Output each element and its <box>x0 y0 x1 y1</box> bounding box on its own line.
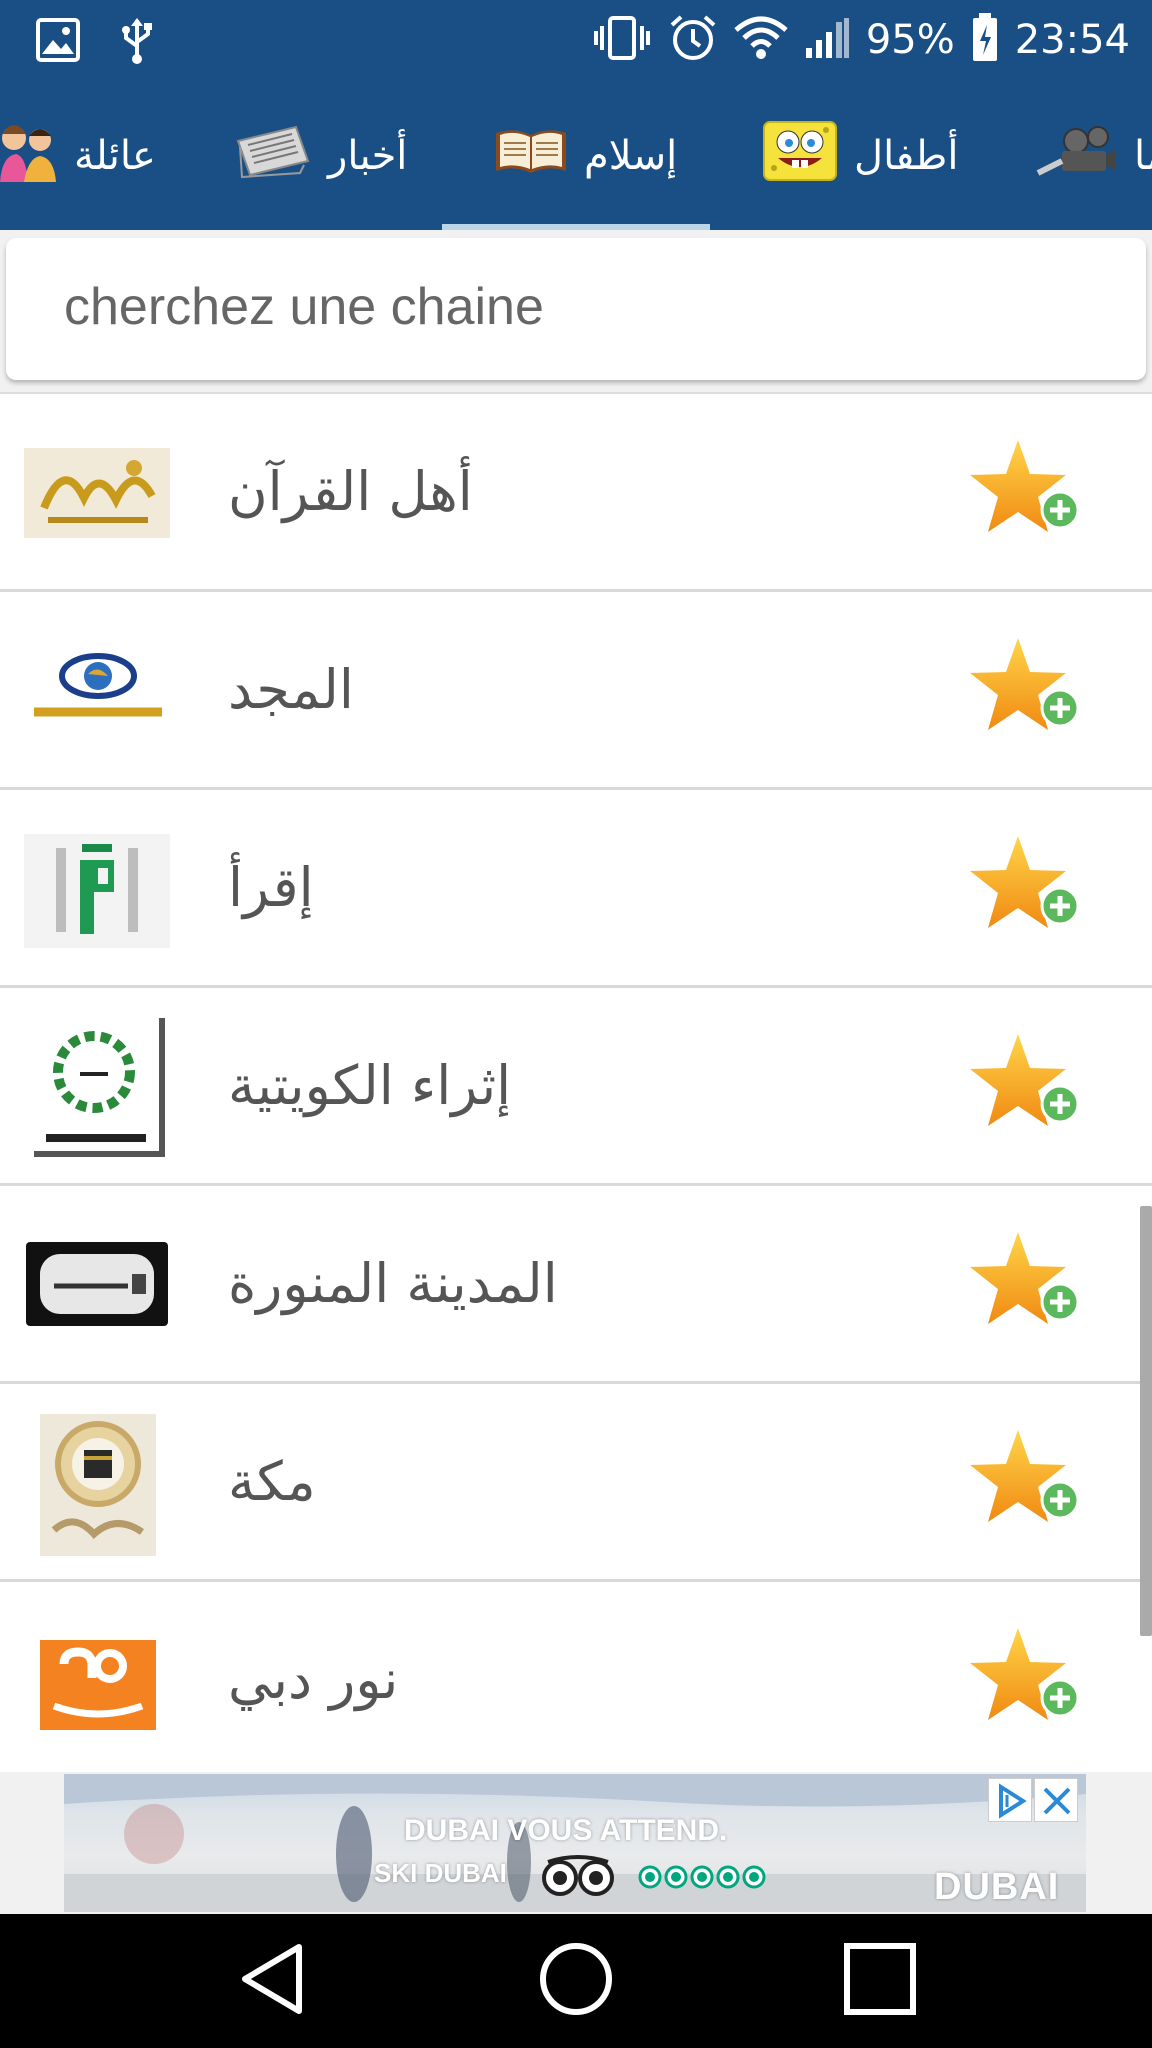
iqraa-logo <box>24 834 170 948</box>
tab-kids[interactable]: أطفال <box>762 82 958 230</box>
sunnah-logo <box>24 1230 170 1344</box>
tripadvisor-icon <box>540 1854 616 1902</box>
newspaper-icon <box>234 121 312 191</box>
home-button[interactable] <box>476 1914 676 2048</box>
search-input[interactable] <box>64 262 1114 352</box>
channel-name: إقرأ <box>228 856 314 919</box>
search-area <box>0 230 1152 392</box>
tab-kids-label: أطفال <box>854 133 959 179</box>
list-scrollbar[interactable] <box>1140 1206 1152 1636</box>
home-circle-icon <box>538 1941 614 2021</box>
channel-row[interactable]: مكة <box>0 1384 1152 1582</box>
tab-family[interactable]: عائلة <box>0 82 156 230</box>
family-icon <box>0 116 58 196</box>
quran-book-icon <box>494 125 568 187</box>
noor-dubai-logo <box>24 1626 170 1740</box>
channel-row[interactable]: إثراء الكويتية <box>0 988 1152 1186</box>
adchoices-icon[interactable] <box>988 1778 1032 1822</box>
channel-row[interactable]: أهل القرآن <box>0 394 1152 592</box>
wifi-icon <box>734 16 788 64</box>
channel-row[interactable]: المجد <box>0 592 1152 790</box>
system-nav-bar <box>0 1914 1152 2048</box>
gallery-icon <box>36 18 80 66</box>
back-triangle-icon <box>237 1941 307 2021</box>
tab-cinema[interactable]: ما <box>1036 82 1152 230</box>
recents-button[interactable] <box>780 1914 980 2048</box>
battery-icon <box>971 13 999 67</box>
add-favorite-star-icon[interactable] <box>970 1030 1084 1144</box>
film-camera-icon <box>1036 123 1118 189</box>
add-favorite-star-icon[interactable] <box>970 634 1084 748</box>
usb-icon <box>120 16 154 68</box>
ad-area: DUBAI VOUS ATTEND. SKI DUBAI DUBAI <box>0 1772 1152 1914</box>
channel-list: أهل القرآن المجد إقرأ إثراء الكويتية الم… <box>0 392 1152 1772</box>
channel-row[interactable]: إقرأ <box>0 790 1152 988</box>
channel-name: إثراء الكويتية <box>228 1054 512 1117</box>
search-box <box>6 238 1146 380</box>
channel-name: المدينة المنورة <box>228 1252 558 1315</box>
tab-cinema-label: ما <box>1134 133 1152 179</box>
clock: 23:54 <box>1014 17 1130 63</box>
almajd-logo <box>24 636 170 750</box>
ahl-alquran-logo <box>24 438 170 552</box>
ad-brand: DUBAI <box>934 1866 1060 1908</box>
spongebob-icon <box>762 120 838 192</box>
makkah-logo <box>24 1414 170 1556</box>
add-favorite-star-icon[interactable] <box>970 1624 1084 1738</box>
status-bar: 95% 23:54 <box>0 0 1152 82</box>
vibrate-icon <box>592 14 652 66</box>
ad-banner[interactable]: DUBAI VOUS ATTEND. SKI DUBAI DUBAI <box>64 1774 1086 1912</box>
recents-square-icon <box>843 1942 917 2020</box>
signal-icon <box>804 16 850 64</box>
close-ad-icon[interactable] <box>1034 1778 1078 1822</box>
ad-headline: DUBAI VOUS ATTEND. <box>404 1814 728 1847</box>
add-favorite-star-icon[interactable] <box>970 832 1084 946</box>
rating-bubbles-icon <box>638 1864 768 1894</box>
tab-islam[interactable]: إسلام <box>494 82 677 230</box>
add-favorite-star-icon[interactable] <box>970 1426 1084 1540</box>
channel-row[interactable]: المدينة المنورة <box>0 1186 1152 1384</box>
channel-name: المجد <box>228 658 354 721</box>
alarm-icon <box>668 13 718 67</box>
ithraa-kuwait-logo <box>24 1014 170 1164</box>
channel-name: نور دبي <box>228 1648 399 1711</box>
tab-islam-label: إسلام <box>584 133 678 179</box>
battery-percent: 95% <box>865 17 955 63</box>
tab-news[interactable]: أخبار <box>234 82 407 230</box>
add-favorite-star-icon[interactable] <box>970 1228 1084 1342</box>
tab-family-label: عائلة <box>74 133 156 179</box>
back-button[interactable] <box>172 1914 372 2048</box>
ad-subline: SKI DUBAI <box>374 1858 507 1888</box>
category-tabs: عائلة أخبار إسلام أطفال ما <box>0 82 1152 230</box>
tab-news-label: أخبار <box>328 133 408 179</box>
channel-name: مكة <box>228 1450 316 1513</box>
channel-row[interactable]: نور دبي <box>0 1582 1152 1772</box>
add-favorite-star-icon[interactable] <box>970 436 1084 550</box>
channel-name: أهل القرآن <box>228 460 473 523</box>
